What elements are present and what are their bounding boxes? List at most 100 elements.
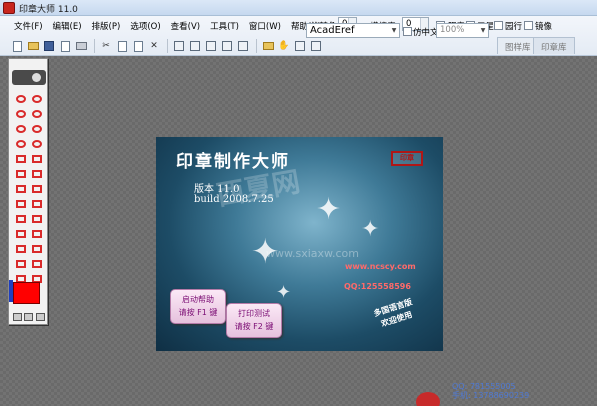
tool-oval-3[interactable]	[13, 137, 29, 151]
chevron-down-icon[interactable]: ▼	[478, 24, 488, 37]
image-tool-icon[interactable]	[24, 313, 34, 321]
tool-square-2[interactable]	[29, 182, 45, 196]
circle-checkbox[interactable]	[494, 21, 503, 30]
qq-text: QQ:125558596	[344, 282, 411, 291]
grid-button[interactable]	[293, 39, 307, 53]
frame-icon	[32, 215, 42, 223]
print-preview-button[interactable]	[58, 39, 72, 53]
delete-x-icon: ✕	[150, 41, 158, 51]
tool-oval-2[interactable]	[29, 122, 45, 136]
align-bottom-button[interactable]	[236, 39, 250, 53]
align-right-icon	[206, 41, 216, 51]
tool-round-logo[interactable]	[29, 107, 45, 121]
chevron-down-icon[interactable]: ▼	[389, 24, 399, 37]
text-tool-icon[interactable]	[13, 313, 23, 321]
copy-icon	[117, 40, 127, 52]
tool-round-star[interactable]	[13, 92, 29, 106]
info-button[interactable]	[309, 39, 323, 53]
menu-view[interactable]: 查看(V)	[166, 18, 205, 34]
menu-layout[interactable]: 排版(P)	[87, 18, 126, 34]
print-test-button[interactable]: 打印测试 请按 F2 键	[226, 303, 282, 338]
round-stamp-icon	[16, 110, 26, 118]
help-button[interactable]: 启动帮助 请按 F1 键	[170, 289, 226, 324]
tool-oval-1[interactable]	[13, 122, 29, 136]
splash-screen[interactable]: 西夏网 www.sxiaxw.com ✦ ✦ ✦ ✦ 印章制作大师 印章 版本 …	[156, 137, 443, 351]
tool-rect-1[interactable]	[13, 152, 29, 166]
copy-button[interactable]	[115, 39, 129, 53]
tool-frame-7[interactable]	[13, 257, 29, 271]
align-top-button[interactable]	[220, 39, 234, 53]
menu-options[interactable]: 选项(O)	[125, 18, 165, 34]
align-left-icon	[174, 41, 184, 51]
mirror-label: 镜像	[535, 22, 553, 32]
round-stamp-icon	[32, 95, 42, 103]
frame-icon	[32, 245, 42, 253]
print-button[interactable]	[74, 39, 88, 53]
align-top-icon	[222, 41, 232, 51]
open-button[interactable]	[26, 39, 40, 53]
font-value: AcadEref	[310, 25, 355, 36]
frame-icon	[16, 260, 26, 268]
triangle-stamp-icon	[32, 200, 42, 208]
align-center-button[interactable]	[188, 39, 202, 53]
tool-oval-4[interactable]	[29, 137, 45, 151]
zoom-select[interactable]: 100% ▼	[436, 23, 489, 38]
zoom-value: 100%	[440, 25, 465, 35]
hand-button[interactable]: ✋	[277, 39, 291, 53]
tool-frame-8[interactable]	[29, 257, 45, 271]
tab-stamp-library[interactable]: 印章库	[533, 37, 575, 54]
tool-square-1[interactable]	[13, 182, 29, 196]
tool-frame-6[interactable]	[29, 242, 45, 256]
circle-label: 园行	[505, 22, 523, 32]
site-logo-icon	[416, 392, 440, 406]
current-color-swatch[interactable]	[13, 282, 40, 304]
round-stamp-icon	[16, 95, 26, 103]
delete-button[interactable]: ✕	[147, 39, 161, 53]
window-title: 印章大师 11.0	[19, 5, 78, 15]
frame-icon	[16, 230, 26, 238]
print-test-line2: 请按 F2 键	[234, 322, 274, 331]
menu-file[interactable]: 文件(F)	[9, 18, 48, 34]
save-button[interactable]	[42, 39, 56, 53]
new-button[interactable]	[10, 39, 24, 53]
mirror-checkbox[interactable]	[524, 21, 533, 30]
tool-frame-3[interactable]	[13, 227, 29, 241]
cut-button[interactable]: ✂	[99, 39, 113, 53]
paste-button[interactable]	[131, 39, 145, 53]
tool-triangle-1[interactable]	[13, 197, 29, 211]
frame-icon	[16, 245, 26, 253]
new-document-icon	[12, 40, 22, 52]
tool-frame-5[interactable]	[13, 242, 29, 256]
eye-icon[interactable]	[12, 70, 46, 85]
title-bar: 印章大师 11.0	[0, 0, 597, 16]
tool-round-star-2[interactable]	[29, 92, 45, 106]
align-right-button[interactable]	[204, 39, 218, 53]
help-button-line2: 请按 F1 键	[178, 308, 218, 317]
version-text: 版本 11.0	[194, 184, 240, 195]
align-left-button[interactable]	[172, 39, 186, 53]
square-stamp-icon	[32, 185, 42, 193]
menu-edit[interactable]: 编辑(E)	[48, 18, 87, 34]
grid-icon	[295, 41, 305, 51]
export-button[interactable]	[261, 39, 275, 53]
tool-rect-3[interactable]	[13, 167, 29, 181]
fangzhong-checkbox[interactable]	[403, 27, 412, 36]
tool-rect-2[interactable]	[29, 152, 45, 166]
pen-tool-icon[interactable]	[35, 313, 45, 321]
frame-icon	[16, 215, 26, 223]
tool-frame-1[interactable]	[13, 212, 29, 226]
paste-icon	[133, 40, 143, 52]
font-select[interactable]: AcadEref ▼	[306, 23, 400, 38]
star-icon: ✦	[276, 282, 292, 303]
tool-triangle-2[interactable]	[29, 197, 45, 211]
tool-frame-4[interactable]	[29, 227, 45, 241]
round-stamp-icon	[32, 110, 42, 118]
website-text: www.ncscy.com	[345, 262, 416, 271]
save-icon	[44, 41, 54, 51]
tool-round-text[interactable]	[13, 107, 29, 121]
export-folder-icon	[262, 42, 274, 50]
menu-tools[interactable]: 工具(T)	[205, 18, 244, 34]
menu-window[interactable]: 窗口(W)	[244, 18, 286, 34]
tool-frame-2[interactable]	[29, 212, 45, 226]
tool-rect-4[interactable]	[29, 167, 45, 181]
